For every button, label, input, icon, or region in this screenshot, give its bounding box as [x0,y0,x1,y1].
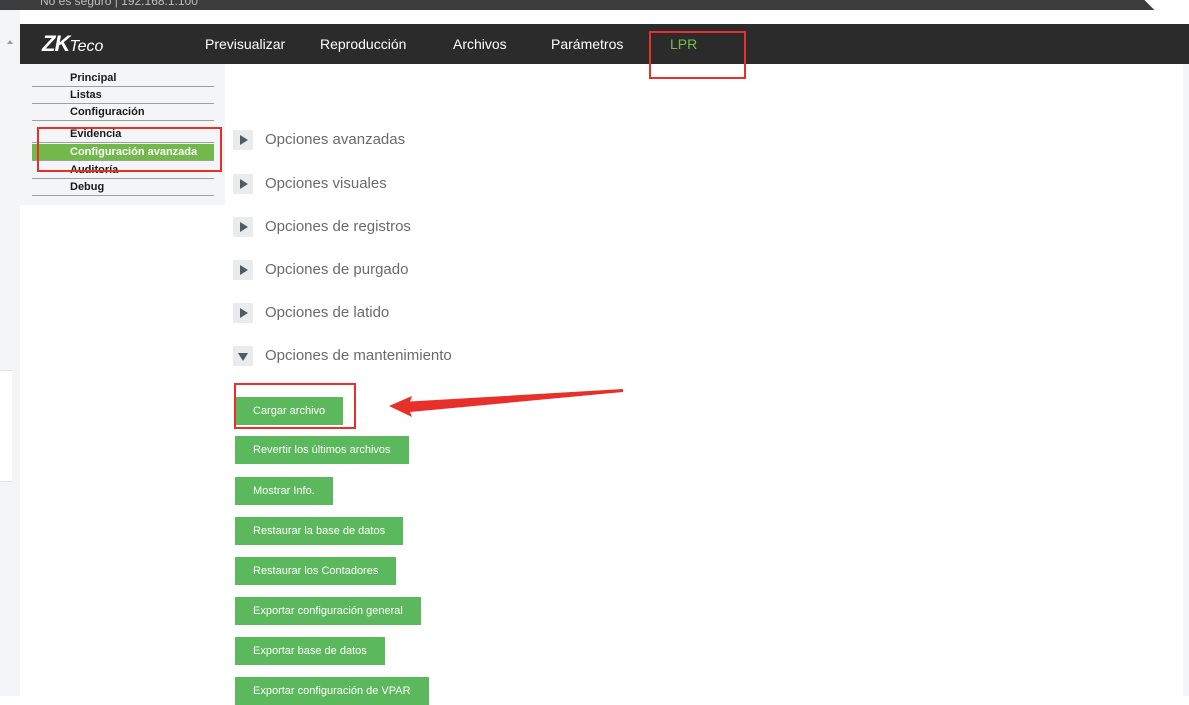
top-navigation-bar: ZKTeco Previsualizar Reproducción Archiv… [20,24,1189,64]
exportar-base-datos-button[interactable]: Exportar base de datos [235,637,385,665]
sidebar-item-configuracion[interactable]: Configuración [32,104,214,121]
sidebar-item-configuracion-avanzada[interactable]: Configuración avanzada [32,144,214,161]
sidebar-item-auditoria[interactable]: Auditoría [32,162,214,179]
zkteco-logo: ZKTeco [42,31,104,56]
section-label: Opciones de latido [265,304,390,321]
restaurar-contadores-button[interactable]: Restaurar los Contadores [235,557,397,585]
nav-item-parametros[interactable]: Parámetros [551,36,623,52]
chevron-right-icon [233,303,253,323]
mostrar-info-button[interactable]: Mostrar Info. [235,477,333,505]
chevron-right-icon [233,260,253,280]
section-label: Opciones visuales [265,175,387,192]
nav-item-previsualizar[interactable]: Previsualizar [205,36,285,52]
nav-item-archivos[interactable]: Archivos [453,36,507,52]
logo-zk-text: ZK [42,31,70,56]
nav-item-lpr[interactable]: LPR [670,36,697,52]
cargar-archivo-button[interactable]: Cargar archivo [235,397,344,425]
exportar-configuracion-vpar-button[interactable]: Exportar configuración de VPAR [235,677,429,705]
logo-teco-text: Teco [69,38,104,55]
sidebar-item-debug[interactable]: Debug [32,179,214,196]
sidebar-item-principal[interactable]: Principal [32,70,214,87]
chevron-right-icon [233,174,253,194]
sidebar-item-listas[interactable]: Listas [32,87,214,104]
sidebar-item-evidencia[interactable]: Evidencia [32,126,214,143]
page-gutter-right [1183,64,1189,696]
browser-address-bar: No es seguro | 192.168.1.100 [0,0,1189,10]
address-bar-text: No es seguro | 192.168.1.100 [40,0,198,8]
chevron-right-icon [233,217,253,237]
exportar-configuracion-general-button[interactable]: Exportar configuración general [235,597,421,625]
section-label: Opciones de registros [265,218,411,235]
nav-item-reproduccion[interactable]: Reproducción [320,36,406,52]
scroll-up-icon[interactable] [7,40,13,44]
restaurar-base-datos-button[interactable]: Restaurar la base de datos [235,517,404,545]
section-label: Opciones avanzadas [265,131,406,148]
background-window-edge [0,370,12,482]
chevron-down-icon [233,346,253,366]
sidebar-menu: Principal Listas Configuración Evidencia… [20,64,225,205]
chevron-right-icon [233,130,253,150]
section-label: Opciones de mantenimiento [265,347,452,364]
page-gutter-left [0,10,20,696]
revertir-archivos-button[interactable]: Revertir los últimos archivos [235,436,409,464]
section-label: Opciones de purgado [265,261,409,278]
